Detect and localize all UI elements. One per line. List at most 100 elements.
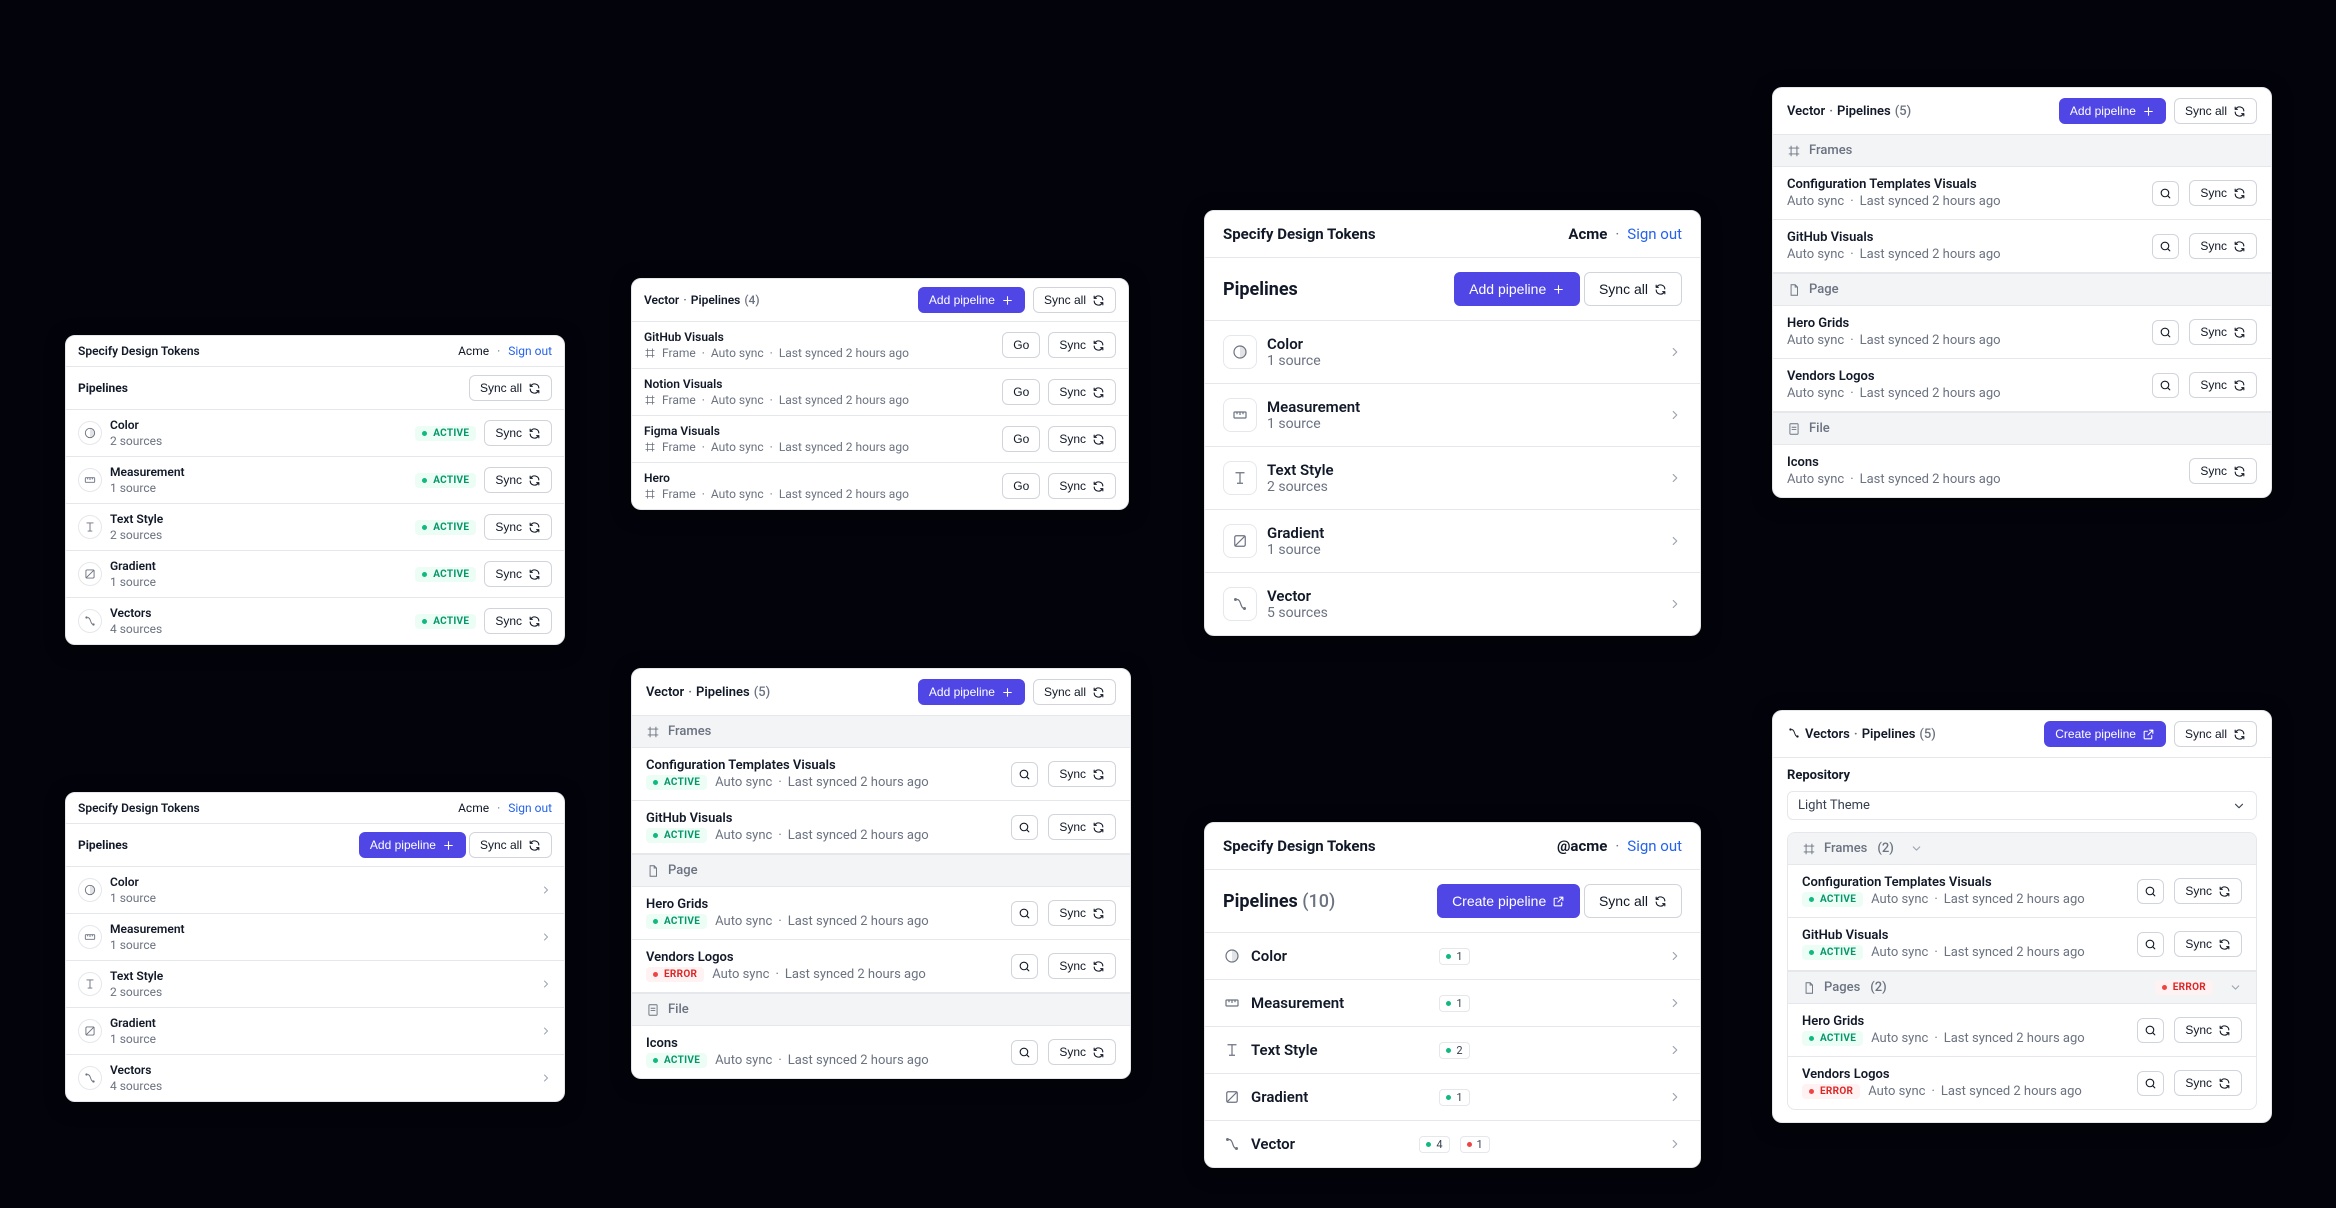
sync-icon xyxy=(1654,283,1667,296)
status-badge: ACTIVE xyxy=(415,520,476,535)
pipeline-row[interactable]: Vector41 xyxy=(1205,1121,1700,1167)
sync-all-button[interactable]: Sync all xyxy=(2174,721,2257,747)
pipeline-row[interactable]: Measurement1 source xyxy=(1205,384,1700,447)
vector-icon xyxy=(78,609,102,633)
status-badge: ACTIVE xyxy=(415,567,476,582)
sync-button[interactable]: Sync xyxy=(484,467,552,493)
section-header-frames[interactable]: Frames(2) xyxy=(1788,833,2256,865)
sign-out-link[interactable]: Sign out xyxy=(508,801,552,815)
pipeline-row[interactable]: Gradient1 source xyxy=(66,1008,564,1055)
pipelines-title: Pipelines xyxy=(78,381,128,395)
pipeline-row[interactable]: Measurement1 xyxy=(1205,980,1700,1027)
pipeline-row[interactable]: Color1 source xyxy=(1205,321,1700,384)
search-button[interactable] xyxy=(2137,932,2164,957)
pipeline-row[interactable]: Text Style2 sources ACTIVE Sync xyxy=(66,504,564,551)
count-badge-error: 1 xyxy=(1460,1136,1490,1153)
add-pipeline-button[interactable]: Add pipeline xyxy=(918,287,1025,313)
sync-button[interactable]: Sync xyxy=(1048,953,1116,979)
pipeline-row: HeroFrame·Auto sync·Last synced 2 hours … xyxy=(632,463,1128,509)
sign-out-link[interactable]: Sign out xyxy=(1627,837,1682,855)
sync-button[interactable]: Sync xyxy=(2174,1017,2242,1043)
pipeline-row[interactable]: Measurement1 source ACTIVE Sync xyxy=(66,457,564,504)
pipeline-row: IconsAuto sync·Last synced 2 hours agoSy… xyxy=(1773,445,2271,497)
search-button[interactable] xyxy=(1011,1040,1038,1065)
pipeline-row[interactable]: Text Style2 sources xyxy=(1205,447,1700,510)
pipeline-row[interactable]: Vectors4 sources xyxy=(66,1055,564,1101)
search-button[interactable] xyxy=(2137,879,2164,904)
sync-all-button[interactable]: Sync all xyxy=(2174,98,2257,124)
sign-out-link[interactable]: Sign out xyxy=(508,344,552,358)
pipeline-name: Vector xyxy=(1251,1135,1409,1153)
repository-select[interactable]: Light Theme xyxy=(1787,791,2257,820)
card-header: Specify Design Tokens @acme · Sign out xyxy=(1205,823,1700,870)
sync-button[interactable]: Sync xyxy=(484,514,552,540)
sync-button[interactable]: Sync xyxy=(2174,878,2242,904)
pipeline-meta: Frame·Auto sync·Last synced 2 hours ago xyxy=(644,487,994,501)
go-button[interactable]: Go xyxy=(1002,426,1040,452)
add-pipeline-button[interactable]: Add pipeline xyxy=(2059,98,2166,124)
sync-button[interactable]: Sync xyxy=(484,420,552,446)
search-button[interactable] xyxy=(2152,373,2179,398)
sync-button[interactable]: Sync xyxy=(2189,319,2257,345)
sync-all-button[interactable]: Sync all xyxy=(1033,679,1116,705)
search-button[interactable] xyxy=(2152,181,2179,206)
sync-button[interactable]: Sync xyxy=(1048,473,1116,499)
search-button[interactable] xyxy=(1011,762,1038,787)
search-button[interactable] xyxy=(2137,1071,2164,1096)
sign-out-link[interactable]: Sign out xyxy=(1627,225,1682,243)
pipeline-row[interactable]: Gradient1 source ACTIVE Sync xyxy=(66,551,564,598)
pipeline-row[interactable]: Measurement1 source xyxy=(66,914,564,961)
pipeline-sub: 1 source xyxy=(110,481,407,495)
pipeline-row[interactable]: Vector5 sources xyxy=(1205,573,1700,635)
search-button[interactable] xyxy=(1011,954,1038,979)
create-pipeline-button[interactable]: Create pipeline xyxy=(2044,721,2166,747)
create-pipeline-button[interactable]: Create pipeline xyxy=(1437,884,1580,918)
sync-button[interactable]: Sync xyxy=(1048,814,1116,840)
section-header-pages[interactable]: Pages(2)ERROR xyxy=(1788,971,2256,1004)
sync-all-button[interactable]: Sync all xyxy=(1584,272,1682,306)
sync-button[interactable]: Sync xyxy=(1048,900,1116,926)
sync-button[interactable]: Sync xyxy=(2174,931,2242,957)
go-button[interactable]: Go xyxy=(1002,332,1040,358)
search-button[interactable] xyxy=(2137,1018,2164,1043)
pipeline-row: Configuration Templates VisualsACTIVEAut… xyxy=(632,748,1130,801)
add-pipeline-button[interactable]: Add pipeline xyxy=(1454,272,1580,306)
go-button[interactable]: Go xyxy=(1002,379,1040,405)
sync-icon xyxy=(2218,938,2231,951)
pipeline-row[interactable]: Color1 source xyxy=(66,867,564,914)
pipeline-row[interactable]: Color1 xyxy=(1205,933,1700,980)
sync-button[interactable]: Sync xyxy=(2189,458,2257,484)
pipeline-row[interactable]: Vectors4 sources ACTIVE Sync xyxy=(66,598,564,644)
pipeline-row[interactable]: Color2 sources ACTIVE Sync xyxy=(66,410,564,457)
go-button[interactable]: Go xyxy=(1002,473,1040,499)
sync-button[interactable]: Sync xyxy=(484,608,552,634)
sync-button[interactable]: Sync xyxy=(1048,1039,1116,1065)
sync-button[interactable]: Sync xyxy=(1048,426,1116,452)
pipeline-row[interactable]: Gradient1 source xyxy=(1205,510,1700,573)
sync-button[interactable]: Sync xyxy=(1048,332,1116,358)
search-button[interactable] xyxy=(2152,320,2179,345)
sync-button[interactable]: Sync xyxy=(2189,372,2257,398)
sync-button[interactable]: Sync xyxy=(484,561,552,587)
sub-header: Pipelines Add pipeline Sync all xyxy=(66,824,564,867)
sync-button[interactable]: Sync xyxy=(2189,233,2257,259)
card-vector-pipelines-flat: Vector·Pipelines(4) Add pipeline Sync al… xyxy=(631,278,1129,510)
search-button[interactable] xyxy=(1011,815,1038,840)
sync-all-button[interactable]: Sync all xyxy=(1033,287,1116,313)
pipeline-row[interactable]: Text Style2 sources xyxy=(66,961,564,1008)
sync-all-button[interactable]: Sync all xyxy=(469,832,552,858)
search-button[interactable] xyxy=(2152,234,2179,259)
search-button[interactable] xyxy=(1011,901,1038,926)
sync-button[interactable]: Sync xyxy=(1048,379,1116,405)
add-pipeline-button[interactable]: Add pipeline xyxy=(359,832,466,858)
pipeline-row[interactable]: Gradient1 xyxy=(1205,1074,1700,1121)
pipeline-row[interactable]: Text Style2 xyxy=(1205,1027,1700,1074)
sync-button[interactable]: Sync xyxy=(2174,1070,2242,1096)
sync-button[interactable]: Sync xyxy=(2189,180,2257,206)
sync-icon xyxy=(2233,326,2246,339)
vector-icon xyxy=(78,1066,102,1090)
sync-button[interactable]: Sync xyxy=(1048,761,1116,787)
add-pipeline-button[interactable]: Add pipeline xyxy=(918,679,1025,705)
sync-all-button[interactable]: Sync all xyxy=(469,375,552,401)
sync-all-button[interactable]: Sync all xyxy=(1584,884,1682,918)
